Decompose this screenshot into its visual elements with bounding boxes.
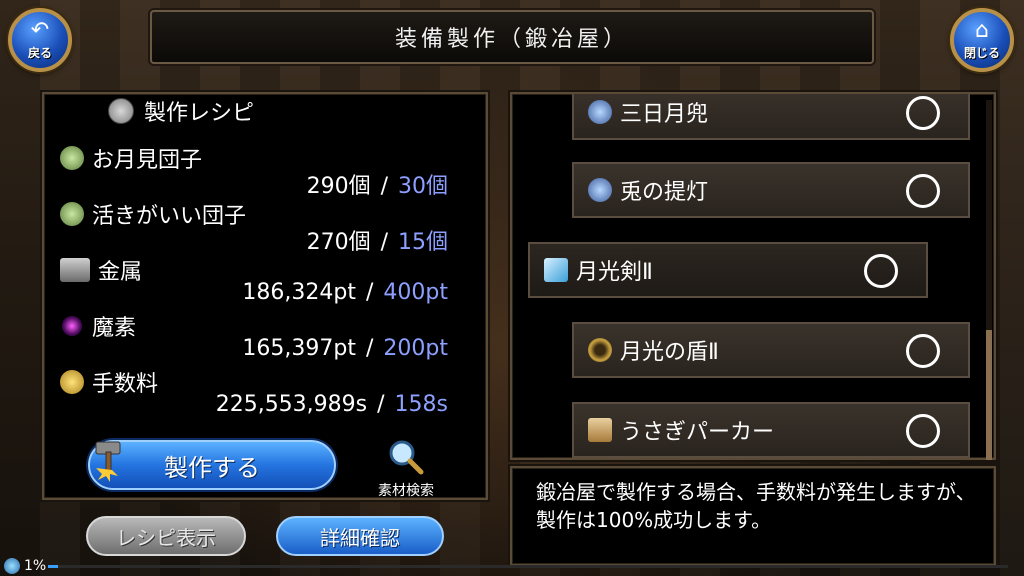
material-name: 金属: [98, 260, 143, 285]
material-name: 活きがいい団子: [92, 204, 247, 229]
progress-percent: 1%: [24, 558, 47, 574]
material-separator: /: [365, 336, 374, 361]
helmet-icon: [588, 178, 612, 202]
recipe-book-icon: [108, 98, 134, 124]
material-name: お月見団子: [92, 148, 203, 173]
material-row: 魔素 165,397pt / 200pt: [60, 310, 460, 366]
craftable-mark: [906, 96, 940, 130]
page-title: 装備製作（鍛冶屋）: [150, 10, 874, 64]
back-button[interactable]: ↶ 戻る: [8, 8, 72, 72]
list-item[interactable]: 月光の盾Ⅱ: [572, 322, 970, 378]
sword-icon: [544, 258, 568, 282]
coins-icon: [60, 370, 84, 394]
material-required: 30個: [398, 174, 448, 199]
material-owned: 186,324pt: [242, 280, 356, 305]
item-name: 月光の盾Ⅱ: [620, 340, 719, 365]
dumpling-bag-icon: [60, 202, 84, 226]
craft-button-label: 製作する: [164, 453, 260, 482]
helmet-icon: [588, 100, 612, 124]
list-item[interactable]: うさぎパーカー: [572, 402, 970, 458]
detail-button[interactable]: 詳細確認: [276, 516, 444, 556]
item-name: 兎の提灯: [620, 180, 709, 205]
material-row: 金属 186,324pt / 400pt: [60, 254, 460, 310]
material-separator: /: [380, 174, 388, 199]
craftable-mark: [864, 254, 898, 288]
detail-label: 詳細確認: [320, 525, 400, 550]
recipe-title: 製作レシピ: [144, 101, 255, 126]
material-required: 200pt: [383, 336, 448, 361]
info-message: 鍛冶屋で製作する場合、手数料が発生しますが、製作は100%成功します。: [536, 480, 976, 532]
material-separator: /: [365, 280, 374, 305]
list-item[interactable]: 兎の提灯: [572, 162, 970, 218]
item-list-panel: 三日月兜 兎の提灯 月光剣Ⅱ 月光の盾Ⅱ うさぎパーカー: [510, 92, 996, 460]
material-search-button[interactable]: 素材検索: [366, 438, 446, 500]
shield-icon: [588, 338, 612, 362]
material-name: 魔素: [92, 316, 137, 341]
metal-ingot-icon: [60, 258, 90, 282]
item-name: 月光剣Ⅱ: [576, 260, 653, 285]
list-item[interactable]: 三日月兜: [572, 94, 970, 140]
material-separator: /: [380, 230, 388, 255]
armor-icon: [588, 418, 612, 442]
magic-orb-icon: [62, 316, 82, 336]
progress-track: [48, 565, 1008, 568]
recipe-header: 製作レシピ: [108, 94, 254, 128]
item-name: うさぎパーカー: [620, 420, 775, 445]
material-owned: 165,397pt: [242, 336, 356, 361]
craftable-mark: [906, 414, 940, 448]
show-recipe-button[interactable]: レシピ表示: [86, 516, 246, 556]
dumpling-bag-icon: [60, 146, 84, 170]
material-row: 活きがいい団子 270個 / 15個: [60, 198, 460, 255]
craftable-mark: [906, 334, 940, 368]
material-required: 400pt: [383, 280, 448, 305]
close-button-label: 閉じる: [963, 45, 1000, 60]
status-bar: 1%: [0, 556, 1024, 576]
material-separator: /: [377, 392, 385, 417]
material-owned: 225,553,989s: [215, 392, 368, 417]
back-button-label: 戻る: [27, 45, 52, 60]
hammer-icon: [95, 441, 121, 482]
material-row: 手数料 225,553,989s / 158s: [60, 366, 460, 422]
item-name: 三日月兜: [620, 102, 709, 127]
material-row: お月見団子 290個 / 30個: [60, 142, 460, 199]
material-search-label: 素材検索: [378, 483, 434, 499]
material-owned: 290個: [306, 174, 371, 199]
close-button[interactable]: ⌂ 閉じる: [950, 8, 1014, 72]
list-item-selected[interactable]: 月光剣Ⅱ: [528, 242, 928, 298]
progress-fill: [48, 565, 58, 568]
material-required: 158s: [394, 392, 448, 417]
item-list-scrollbar[interactable]: [986, 100, 992, 460]
material-required: 15個: [398, 230, 448, 255]
show-recipe-label: レシピ表示: [116, 525, 216, 550]
material-name: 手数料: [92, 372, 159, 397]
return-arrow-icon: ↶: [30, 17, 50, 43]
scrollbar-thumb[interactable]: [986, 330, 992, 460]
material-owned: 270個: [306, 230, 371, 255]
progress-orb-icon: [4, 558, 20, 574]
home-icon: ⌂: [975, 17, 989, 43]
craftable-mark: [906, 174, 940, 208]
magnifier-icon: [389, 440, 424, 475]
